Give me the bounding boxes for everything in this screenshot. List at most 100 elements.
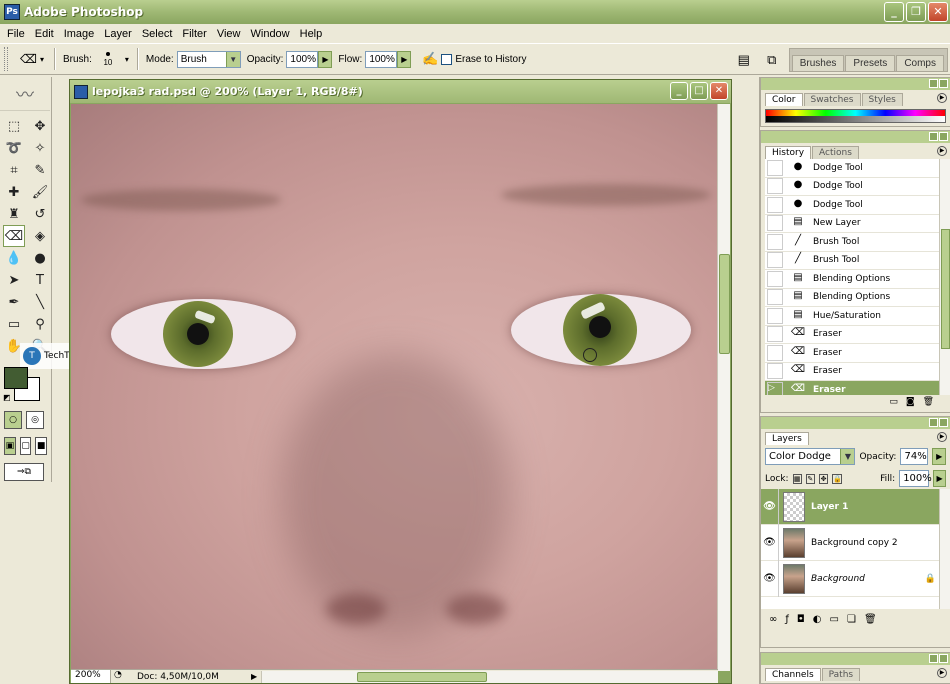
layers-panel-titlebar[interactable] [761,417,950,429]
panel-close-button[interactable] [939,79,948,88]
adjustment-layer-icon[interactable]: ◐ [813,614,822,625]
panel-minimize-button[interactable] [929,418,938,427]
tool-preset-picker[interactable]: ⌫ ▾ [14,48,50,70]
visibility-eye-icon[interactable]: 👁 [761,560,779,597]
vertical-scrollbar[interactable] [717,104,730,671]
menu-filter[interactable]: Filter [177,28,211,40]
history-item-current[interactable]: ▷ ⌫ Eraser [765,381,950,395]
default-colors-icon[interactable]: ◩ [3,393,11,402]
history-source-toggle[interactable] [767,289,783,306]
lock-transparency-icon[interactable]: ▦ [792,473,802,484]
history-source-toggle[interactable] [767,252,783,269]
mode-select[interactable]: Brush ▼ [176,50,241,68]
layer-style-icon[interactable]: ƒ [785,614,789,625]
close-button[interactable]: ✕ [928,2,948,22]
history-source-toggle[interactable] [767,178,783,195]
magic-wand-tool-icon[interactable]: ✧ [29,137,51,159]
eyedropper-tool-icon[interactable]: ⚲ [29,313,51,335]
lock-all-icon[interactable]: 🔒 [832,473,843,484]
history-source-toggle[interactable] [767,363,783,380]
history-item[interactable]: ╱ Brush Tool [765,252,950,270]
document-minimize-button[interactable]: _ [670,82,688,100]
history-state-slider-icon[interactable]: ▷ [767,381,783,395]
flow-slider-button[interactable]: ▶ [397,50,412,68]
eraser-tool-icon[interactable]: ⌫ [3,225,25,247]
history-item[interactable]: ▤ Hue/Saturation [765,307,950,326]
history-item[interactable]: ▤ Blending Options [765,270,950,289]
color-spectrum-bar[interactable] [765,109,946,123]
history-scroll-thumb[interactable] [941,229,950,349]
full-screen-mode-icon[interactable]: ■ [35,437,48,455]
brush-picker[interactable]: 10 [95,46,121,72]
history-source-toggle[interactable] [767,326,783,343]
horizontal-scrollbar[interactable] [261,670,718,683]
path-selection-tool-icon[interactable]: ➤ [3,269,25,291]
airbrush-icon[interactable]: ✍ [419,49,441,69]
layer-row-background[interactable]: 👁 Background 🔒 [761,560,950,597]
options-bar-grip[interactable] [4,47,8,71]
brush-picker-arrow-icon[interactable]: ▾ [125,55,129,64]
blur-tool-icon[interactable]: 💧 [3,247,25,269]
history-scrollbar[interactable] [939,159,950,395]
panel-menu-icon[interactable]: ▶ [937,93,947,103]
pen-tool-icon[interactable]: ✒ [3,291,25,313]
panel-minimize-button[interactable] [929,79,938,88]
paint-bucket-tool-icon[interactable]: ◈ [29,225,51,247]
history-item[interactable]: ● Dodge Tool [765,159,950,178]
type-tool-icon[interactable]: T [29,269,51,291]
imageready-jump-icon[interactable]: ⇒⧉ [4,463,44,481]
quick-mask-mode-icon[interactable]: ◎ [26,411,44,429]
tab-styles[interactable]: Styles [861,93,903,106]
layers-scrollbar[interactable] [939,489,950,609]
fill-slider-button[interactable]: ▶ [933,470,946,487]
tab-comps[interactable]: Comps [896,55,944,71]
history-item[interactable]: ▤ New Layer [765,215,950,233]
brush-tool-icon[interactable]: 🖌 [29,181,51,203]
menu-file[interactable]: File [2,28,30,40]
tab-paths[interactable]: Paths [821,668,861,681]
lock-pixels-icon[interactable]: ✎ [805,473,815,484]
minimize-button[interactable]: _ [884,2,904,22]
visibility-eye-icon[interactable]: 👁 [761,488,779,525]
history-item[interactable]: ● Dodge Tool [765,196,950,215]
menu-help[interactable]: Help [295,28,328,40]
panel-minimize-button[interactable] [929,654,938,663]
layer-mask-icon[interactable]: ◘ [797,614,805,625]
document-close-button[interactable]: ✕ [710,82,728,100]
history-source-toggle[interactable] [767,307,783,324]
crop-tool-icon[interactable]: ⌗ [3,159,25,181]
vertical-scroll-thumb[interactable] [719,254,730,354]
history-source-toggle[interactable] [767,159,783,176]
horizontal-scroll-thumb[interactable] [357,671,487,682]
opacity-slider-button[interactable]: ▶ [318,50,333,68]
new-document-from-state-icon[interactable]: ▭ [889,397,898,407]
layer-opacity-slider-button[interactable]: ▶ [932,448,946,465]
status-menu-arrow-icon[interactable]: ▶ [251,672,261,681]
blend-mode-select[interactable]: Color Dodge ▼ [765,448,856,465]
zoom-level-field[interactable]: 200% [71,670,111,683]
menu-select[interactable]: Select [137,28,178,40]
layer-row-background-copy-2[interactable]: 👁 Background copy 2 [761,524,950,561]
delete-layer-icon[interactable]: 🗑 [864,614,877,625]
color-panel-titlebar[interactable] [761,78,950,90]
foreground-color-swatch[interactable] [4,367,28,389]
tab-swatches[interactable]: Swatches [803,93,861,106]
full-screen-menu-mode-icon[interactable]: ▢ [19,437,32,455]
history-item[interactable]: ▤ Blending Options [765,289,950,307]
history-source-toggle[interactable] [767,270,783,287]
panel-close-button[interactable] [939,654,948,663]
history-source-toggle[interactable] [767,344,783,361]
menu-layer[interactable]: Layer [99,28,137,40]
history-brush-tool-icon[interactable]: ↺ [29,203,51,225]
new-layer-icon[interactable]: ❏ [847,614,856,625]
menu-view[interactable]: View [212,28,246,40]
fill-field[interactable]: 100% [899,470,932,487]
new-snapshot-icon[interactable]: ◙ [906,397,915,407]
tab-channels[interactable]: Channels [765,668,821,681]
panel-menu-icon[interactable]: ▶ [937,668,947,678]
dodge-tool-icon[interactable]: ● [29,247,51,269]
panel-close-button[interactable] [939,418,948,427]
history-source-toggle[interactable] [767,215,783,232]
tab-presets[interactable]: Presets [845,55,896,71]
channels-panel-titlebar[interactable] [761,653,950,665]
